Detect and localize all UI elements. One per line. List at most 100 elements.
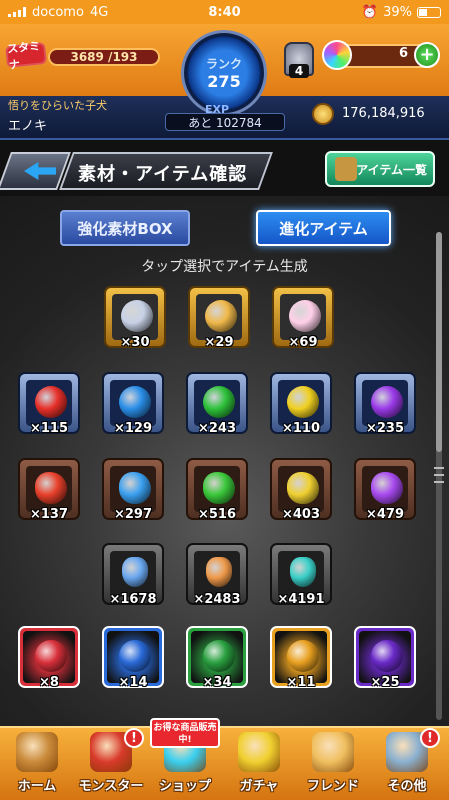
item-count: ×137 [29,507,69,522]
back-arrow-icon [24,162,56,180]
nav-gacha[interactable]: ガチャ [224,730,294,796]
item-cell-yellow-stone[interactable]: ×403 [270,458,332,522]
item-cell-silver-crest-medal[interactable]: ×30 [104,286,166,350]
home-icon [16,732,58,772]
red-orb-icon [35,386,67,418]
orange-crystal-icon [206,557,232,587]
hammer-icon[interactable]: 4 [284,42,314,78]
yellow-orb-icon [287,386,319,418]
item-count: ×516 [197,507,237,522]
item-count: ×2483 [193,592,241,607]
item-count: ×110 [281,421,321,436]
item-count: ×297 [113,507,153,522]
friend-icon [312,732,354,772]
item-cell-purple-stone[interactable]: ×479 [354,458,416,522]
drag-handle-icon[interactable] [434,462,444,492]
user-title: 悟りをひらいた子犬 [8,99,107,112]
rainbow-flame-egg-icon [289,300,321,332]
alarm-icon: ⏰ [361,4,379,20]
tab-enhance-material-box[interactable]: 強化素材BOX [60,210,190,246]
orb-count: 6 [398,46,408,61]
wood-monster-icon [203,640,235,672]
item-cell-teal-crystal[interactable]: ×4191 [270,543,332,607]
page-title: 素材・アイテム確認 [78,164,248,185]
item-cell-red-orb[interactable]: ×115 [18,372,80,436]
item-list-button[interactable]: アイテム一覧 [325,151,435,187]
item-count: ×4191 [277,592,325,607]
item-cell-green-stone[interactable]: ×516 [186,458,248,522]
nav-label: フレンド [306,779,359,794]
nav-label: ショップ [158,779,211,794]
item-cell-blue-crystal[interactable]: ×1678 [102,543,164,607]
status-bar: docomo 4G 8:40 ⏰ 39% [0,0,449,24]
stamina-icon: スタミナ [4,40,48,72]
item-cell-purple-orb[interactable]: ×235 [354,372,416,436]
item-cell-red-stone[interactable]: ×137 [18,458,80,522]
fire-monster-icon [35,640,67,672]
battery-percent: 39% [383,4,412,20]
item-count: ×30 [120,335,150,350]
user-name: エノキ [8,119,48,134]
buy-orb-button[interactable]: + [414,42,440,68]
clock: 8:40 [208,4,241,20]
item-list-label: アイテム一覧 [356,162,427,177]
teal-crystal-icon [290,557,316,587]
tab-evolution-items[interactable]: 進化アイテム [256,210,391,246]
nav-other[interactable]: その他! [372,728,442,796]
item-bag-icon [335,157,357,181]
item-cell-rainbow-ring[interactable]: ×29 [188,286,250,350]
item-cell-orange-crystal[interactable]: ×2483 [186,543,248,607]
item-cell-yellow-orb[interactable]: ×110 [270,372,332,436]
nav-monster[interactable]: モンスター! [76,728,146,796]
alert-badge-icon: ! [420,728,440,748]
nav-label: その他 [387,779,427,794]
item-count: ×235 [365,421,405,436]
item-count: ×243 [197,421,237,436]
purple-orb-icon [371,386,403,418]
shop-promo-badge: お得な商品販売中! [150,718,220,748]
nav-label: ガチャ [239,779,279,794]
item-cell-dark-monster[interactable]: ×25 [354,626,416,690]
item-cell-wood-monster[interactable]: ×34 [186,626,248,690]
scrollbar-thumb[interactable] [436,232,442,452]
nav-friend[interactable]: フレンド [298,730,368,796]
silver-crest-medal-icon [121,300,153,332]
signal-icon [8,7,26,17]
hammer-count: 4 [288,64,310,78]
nav-home[interactable]: ホーム [2,730,72,796]
gold-count: 176,184,916 [342,106,425,121]
item-cell-fire-monster[interactable]: ×8 [18,626,80,690]
rank-value: 275 [207,72,241,91]
rank-label: ランク [205,57,242,71]
exp-remaining: あと 102784 [165,113,285,131]
light-monster-icon [287,640,319,672]
item-count: ×69 [288,335,318,350]
rainbow-ring-icon [205,300,237,332]
gold-coin-icon [312,103,334,125]
item-cell-blue-orb[interactable]: ×129 [102,372,164,436]
alert-badge-icon: ! [124,728,144,748]
item-count: ×129 [113,421,153,436]
item-cell-green-orb[interactable]: ×243 [186,372,248,436]
nav-label: ホーム [17,779,57,794]
nav-label: モンスター [78,779,144,794]
dark-monster-icon [371,640,403,672]
network-type: 4G [89,4,109,20]
blue-orb-icon [119,386,151,418]
status-right: ⏰ 39% [362,5,441,20]
stamina-value[interactable]: 3689 /193 [48,48,160,66]
battery-icon [417,6,441,18]
gacha-icon [238,732,280,772]
yellow-stone-icon [287,472,319,504]
item-count: ×25 [370,675,400,690]
item-cell-light-monster[interactable]: ×11 [270,626,332,690]
item-count: ×115 [29,421,69,436]
carrier-group: docomo 4G [8,5,108,20]
item-count: ×34 [202,675,232,690]
purple-stone-icon [371,472,403,504]
green-orb-icon [203,386,235,418]
item-cell-water-monster[interactable]: ×14 [102,626,164,690]
item-cell-blue-stone[interactable]: ×297 [102,458,164,522]
item-cell-rainbow-flame-egg[interactable]: ×69 [272,286,334,350]
hint-text: タップ選択でアイテム生成 [141,259,308,275]
